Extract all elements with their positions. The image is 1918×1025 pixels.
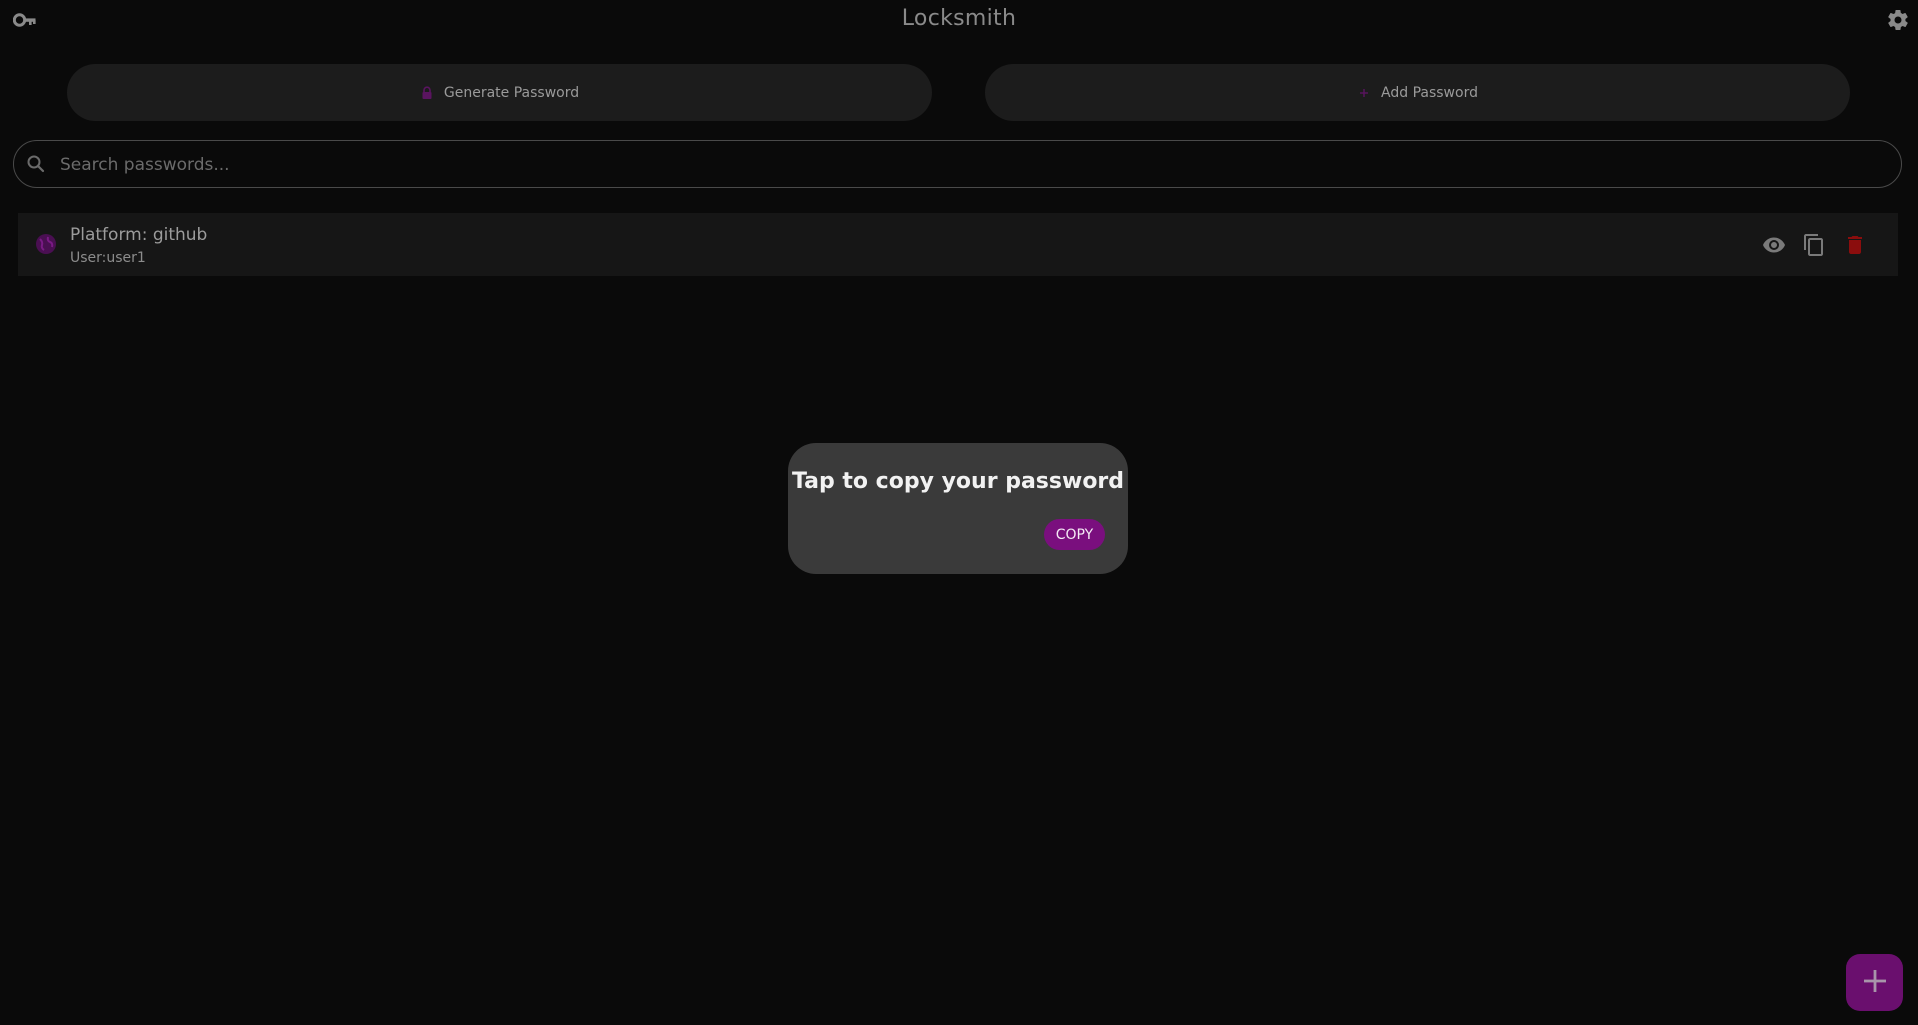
add-password-label: Add Password [1381, 84, 1478, 101]
plus-icon [1357, 86, 1371, 100]
password-platform: Platform: github [70, 225, 208, 245]
app-header: Locksmith [0, 0, 1918, 40]
eye-icon[interactable] [1761, 232, 1787, 258]
lock-icon [420, 85, 434, 100]
plus-icon [1861, 967, 1889, 999]
app-root: Locksmith Generate Password Add Password [0, 0, 1918, 1025]
search-bar [13, 140, 1902, 189]
add-fab-button[interactable] [1846, 954, 1903, 1011]
search-input[interactable] [58, 141, 1882, 189]
generate-password-label: Generate Password [443, 84, 580, 101]
trash-icon[interactable] [1842, 232, 1868, 258]
copy-password-dialog: Tap to copy your password COPY [788, 443, 1128, 574]
gear-icon[interactable] [1886, 8, 1910, 32]
search-icon [26, 154, 46, 174]
globe-icon [35, 233, 57, 255]
password-user: User:user1 [70, 250, 146, 266]
copy-icon[interactable] [1801, 232, 1827, 258]
add-password-button[interactable]: Add Password [985, 64, 1850, 121]
copy-button[interactable]: COPY [1044, 519, 1105, 550]
password-list-item[interactable]: Platform: github User:user1 [18, 213, 1898, 276]
generate-password-button[interactable]: Generate Password [67, 64, 932, 121]
app-title: Locksmith [901, 6, 1017, 31]
dialog-title: Tap to copy your password [791, 469, 1125, 494]
